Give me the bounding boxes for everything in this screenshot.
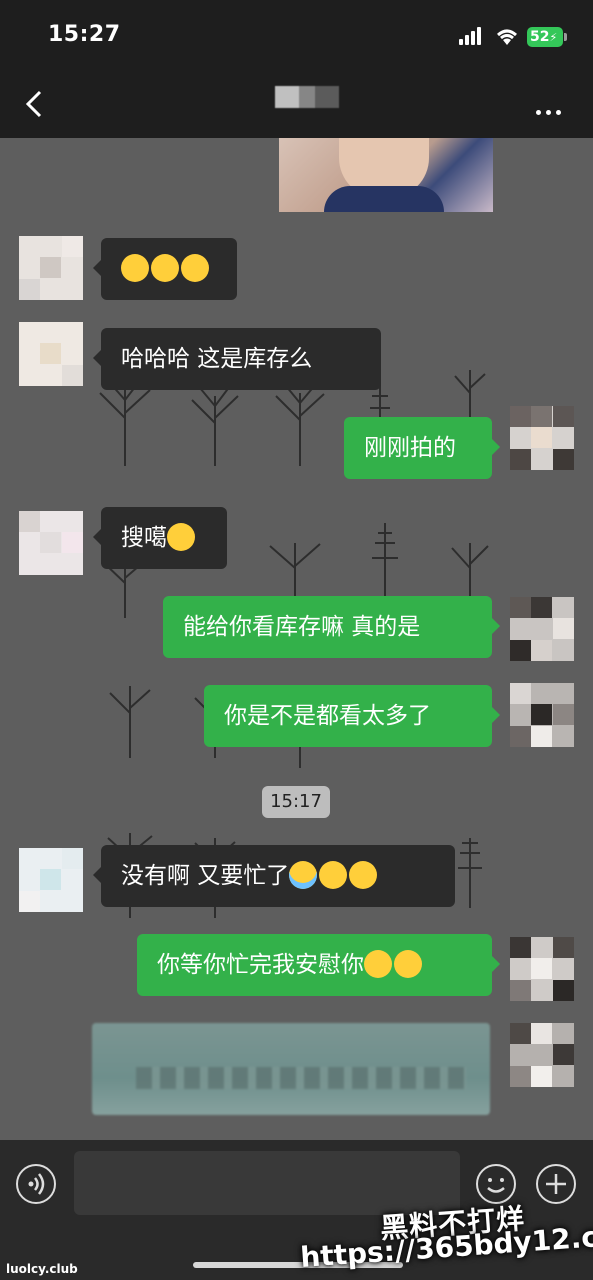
message-text: 刚刚拍的 xyxy=(364,435,456,461)
plus-icon xyxy=(546,1174,566,1194)
face-with-hand-over-eye-icon xyxy=(151,253,179,282)
chat-title-pixelated xyxy=(275,86,339,108)
message-text: 没有啊 又要忙了 xyxy=(121,863,290,889)
laughing-face-icon xyxy=(319,860,348,889)
contact-avatar[interactable] xyxy=(19,848,83,912)
face-with-hand-over-eye-icon xyxy=(121,253,149,282)
message-bubble-left[interactable]: 没有啊 又要忙了 xyxy=(93,845,455,907)
contact-avatar[interactable] xyxy=(19,236,83,300)
status-time: 15:27 xyxy=(48,22,121,47)
message-bubble-left[interactable] xyxy=(93,238,237,300)
battery-cap xyxy=(564,33,567,41)
my-avatar[interactable] xyxy=(510,406,574,470)
my-avatar[interactable] xyxy=(510,937,574,1001)
battery-icon: 52⚡ xyxy=(527,27,563,47)
back-arrow-icon[interactable] xyxy=(20,88,52,120)
crying-face-icon xyxy=(289,860,318,889)
my-avatar[interactable] xyxy=(510,683,574,747)
message-text: 你等你忙完我安慰你 xyxy=(157,952,364,978)
signal-icon xyxy=(459,27,485,45)
plus-button[interactable] xyxy=(536,1164,576,1204)
face-with-hand-over-eye-icon xyxy=(181,253,209,282)
message-text: 搜噶 xyxy=(121,525,167,551)
message-bubble-left[interactable]: 哈哈哈 这是库存么 xyxy=(93,328,381,390)
battery-level: 52 xyxy=(530,29,550,45)
message-bubble-right[interactable]: 刚刚拍的 xyxy=(344,417,500,479)
more-options-icon[interactable] xyxy=(536,100,566,119)
kissing-face-icon xyxy=(167,522,195,551)
voice-icon xyxy=(28,1173,45,1195)
blurred-message-card[interactable] xyxy=(92,1023,490,1115)
photo-message-image[interactable] xyxy=(279,138,493,212)
message-text: 哈哈哈 这是库存么 xyxy=(121,346,313,372)
message-text: 你是不是都看太多了 xyxy=(224,703,431,729)
contact-avatar[interactable] xyxy=(19,511,83,575)
message-bubble-left[interactable]: 搜噶 xyxy=(93,507,227,569)
message-timestamp: 15:17 xyxy=(262,786,330,818)
contact-avatar[interactable] xyxy=(19,322,83,386)
my-avatar[interactable] xyxy=(510,597,574,661)
message-bubble-right[interactable]: 你是不是都看太多了 xyxy=(204,685,500,747)
message-bubble-right[interactable]: 你等你忙完我安慰你 xyxy=(137,934,500,996)
my-avatar[interactable] xyxy=(510,1023,574,1087)
hand-over-mouth-face-icon xyxy=(394,949,422,978)
hand-over-mouth-face-icon xyxy=(364,949,392,978)
watermark-small: luolcy.club xyxy=(6,1262,78,1276)
message-text: 能给你看库存嘛 真的是 xyxy=(183,614,421,640)
message-bubble-right[interactable]: 能给你看库存嘛 真的是 xyxy=(163,596,500,658)
smiley-icon xyxy=(487,1178,505,1193)
laughing-face-icon xyxy=(349,860,378,889)
voice-input-button[interactable] xyxy=(16,1164,56,1204)
wifi-icon xyxy=(497,29,517,45)
status-bar: 15:27 52⚡ xyxy=(0,0,593,70)
